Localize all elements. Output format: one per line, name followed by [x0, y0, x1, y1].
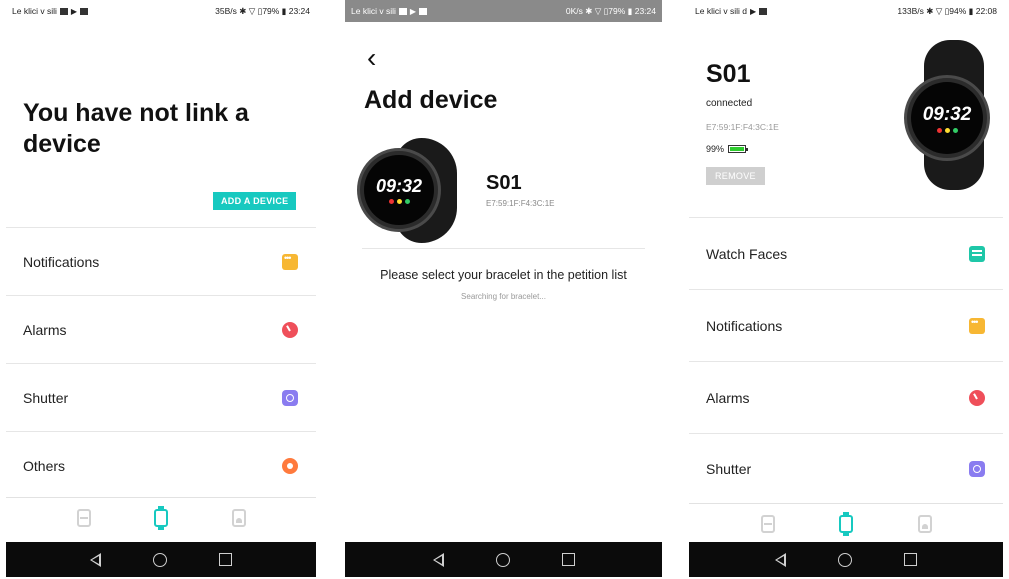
menu-item-shutter[interactable]: Shutter — [689, 433, 1003, 503]
nav-home-icon[interactable] — [153, 552, 167, 567]
device-mac: E7:59:1F:F4:3C:1E — [706, 122, 779, 132]
tab-data-icon[interactable] — [760, 515, 775, 533]
battery-level: 99% — [706, 144, 725, 154]
nav-recents-icon[interactable] — [561, 553, 575, 566]
tab-bar — [6, 497, 316, 538]
watch-time: 09:32 — [375, 176, 423, 196]
menu-item-notifications[interactable]: Notifications — [689, 289, 1003, 361]
camera-icon — [282, 389, 298, 406]
menu-item-label: Alarms — [706, 389, 750, 406]
status-left-text: Le klici v sili — [12, 6, 57, 16]
tab-device-icon[interactable] — [154, 506, 168, 530]
settings-icon — [282, 457, 298, 474]
tab-device-icon[interactable] — [839, 512, 853, 536]
battery-icon — [728, 145, 749, 153]
remove-device-button[interactable]: REMOVE — [706, 167, 765, 185]
nav-recents-icon[interactable] — [219, 553, 232, 566]
watch-face-icon — [969, 245, 985, 262]
add-device-button[interactable]: ADD A DEVICE — [213, 192, 297, 210]
status-left-text: Le klici v sili d — [695, 6, 747, 16]
screen-add-device: Le klici v sili ▶ 0K/s ✱ ▽ ▯79% ▮ 23:24 ‹… — [345, 0, 662, 579]
android-nav-bar — [6, 542, 316, 577]
nav-back-icon[interactable] — [775, 552, 786, 567]
connection-status: connected — [706, 98, 753, 109]
page-title: Add device — [364, 86, 498, 114]
status-bar: Le klici v sili d ▶ 133B/s ✱ ▽ ▯94% ▮ 22:… — [689, 0, 1003, 22]
status-right-text: 133B/s ✱ ▽ ▯94% ▮ 22:08 — [897, 5, 997, 16]
menu-item-shutter[interactable]: Shutter — [6, 363, 316, 431]
media-icon — [759, 7, 768, 15]
play-icon: ▶ — [409, 6, 417, 16]
device-list-item[interactable]: 09:32 S01 E7:59:1F:F4:3C:1E — [345, 134, 662, 244]
notification-square-icon — [59, 7, 68, 15]
alarm-icon — [282, 321, 298, 338]
menu-item-watch-faces[interactable]: Watch Faces — [689, 217, 1003, 289]
watch-image: 09:32 — [894, 40, 1003, 190]
status-right-text: 0K/s ✱ ▽ ▯79% ▮ 23:24 — [565, 5, 656, 16]
tab-profile-icon[interactable] — [231, 509, 246, 527]
screen-no-device: Le klici v sili ▶ 35B/s ✱ ▽ ▯79% ▮ 23:24 … — [6, 0, 316, 579]
nav-back-icon[interactable] — [432, 552, 444, 567]
menu-item-label: Alarms — [23, 321, 67, 338]
android-nav-bar — [689, 542, 1003, 577]
status-right-text: 35B/s ✱ ▽ ▯79% ▮ 23:24 — [215, 5, 310, 16]
menu-item-label: Shutter — [706, 460, 752, 477]
nav-recents-icon[interactable] — [904, 553, 917, 566]
nav-home-icon[interactable] — [495, 552, 510, 567]
tab-bar — [689, 503, 1003, 544]
menu-item-others[interactable]: Others — [6, 431, 316, 499]
menu-item-label: Notifications — [706, 317, 783, 334]
screen-device-connected: Le klici v sili d ▶ 133B/s ✱ ▽ ▯94% ▮ 22:… — [689, 0, 1003, 579]
play-icon: ▶ — [70, 6, 78, 16]
menu-item-label: Notifications — [23, 253, 100, 270]
notification-icon — [969, 317, 985, 334]
camera-icon — [969, 460, 985, 477]
device-mac: E7:59:1F:F4:3C:1E — [486, 199, 555, 208]
nav-back-icon[interactable] — [90, 552, 101, 567]
status-bar: Le klici v sili ▶ 0K/s ✱ ▽ ▯79% ▮ 23:24 — [345, 0, 662, 22]
media-icon — [80, 7, 89, 15]
battery-indicator: 99% — [706, 144, 749, 154]
device-name: S01 — [486, 172, 522, 194]
play-icon: ▶ — [749, 6, 757, 16]
instruction-text: Please select your bracelet in the petit… — [380, 268, 627, 282]
menu-item-label: Shutter — [23, 389, 69, 406]
status-left-text: Le klici v sili — [351, 6, 396, 16]
back-button[interactable]: ‹ — [367, 44, 376, 72]
watch-time: 09:32 — [922, 103, 972, 125]
watch-image: 09:32 — [357, 138, 457, 243]
searching-status: Searching for bracelet... — [461, 292, 546, 301]
device-name: S01 — [706, 60, 751, 88]
menu-item-label: Watch Faces — [706, 245, 788, 262]
android-nav-bar — [345, 542, 662, 577]
menu-item-alarms[interactable]: Alarms — [6, 295, 316, 363]
media-icon — [419, 7, 428, 15]
page-title: You have not link a device — [23, 99, 249, 158]
status-bar: Le klici v sili ▶ 35B/s ✱ ▽ ▯79% ▮ 23:24 — [6, 0, 316, 22]
alarm-icon — [969, 389, 985, 406]
divider — [362, 248, 645, 249]
tab-data-icon[interactable] — [76, 509, 91, 527]
notification-square-icon — [398, 7, 407, 15]
tab-profile-icon[interactable] — [917, 515, 932, 533]
menu-item-alarms[interactable]: Alarms — [689, 361, 1003, 433]
nav-home-icon[interactable] — [838, 552, 852, 567]
menu-item-notifications[interactable]: Notifications — [6, 227, 316, 295]
menu-item-label: Others — [23, 457, 66, 474]
notification-icon — [282, 253, 298, 270]
